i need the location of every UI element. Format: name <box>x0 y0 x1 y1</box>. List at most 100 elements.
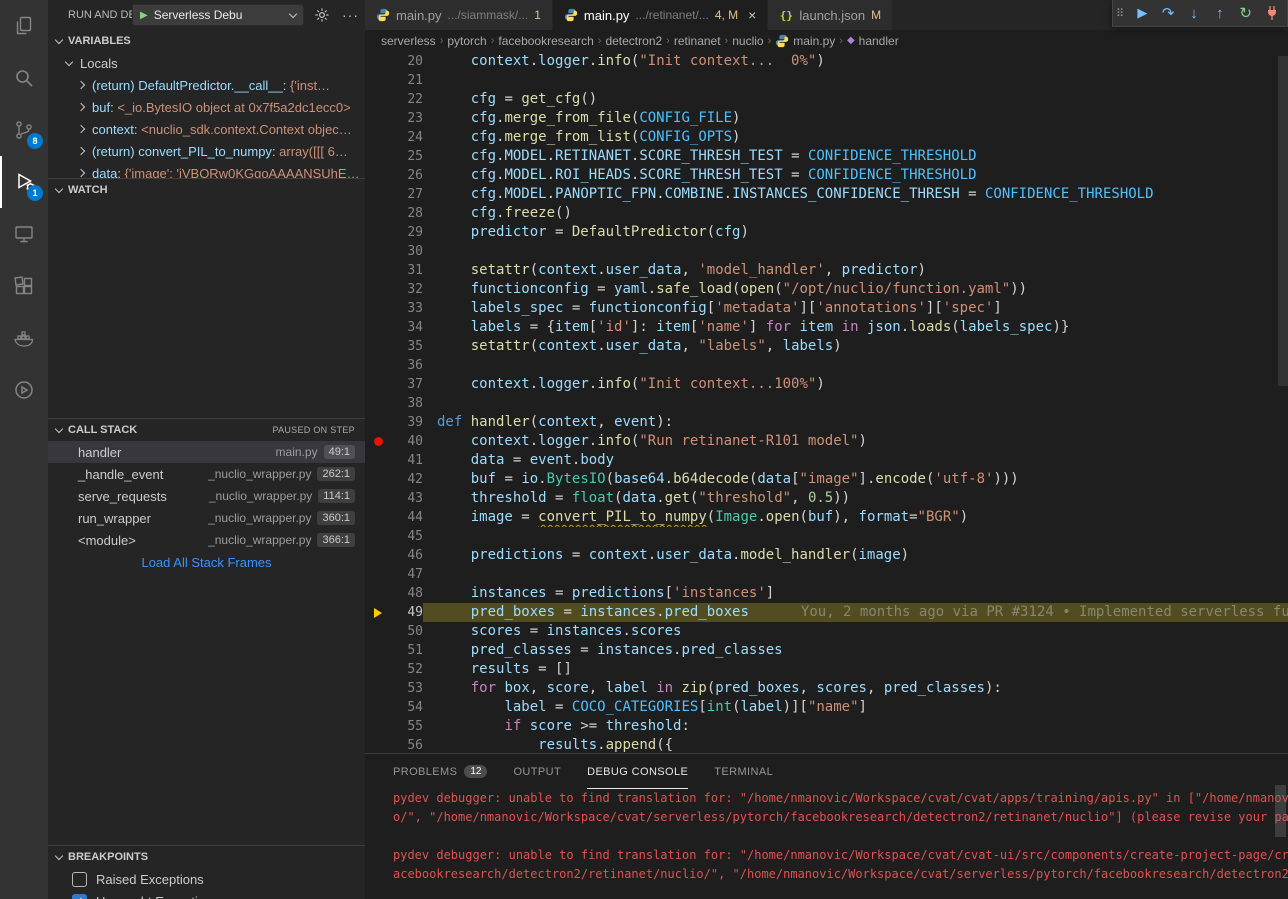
code-editor[interactable]: 20 context.logger.info("Init context... … <box>365 52 1288 753</box>
panel-tab-terminal[interactable]: TERMINAL <box>714 754 773 789</box>
glyph-margin[interactable] <box>365 128 391 147</box>
variables-header[interactable]: VARIABLES <box>48 30 365 52</box>
code-line[interactable]: 44 image = convert_PIL_to_numpy(Image.op… <box>365 508 1288 527</box>
breadcrumb-item-retinanet[interactable]: retinanet <box>674 34 721 48</box>
debug-console[interactable]: pydev debugger: unable to find translati… <box>365 789 1288 899</box>
scope-locals[interactable]: Locals <box>48 52 365 74</box>
checkbox[interactable]: ✓ <box>72 894 87 899</box>
glyph-margin[interactable] <box>365 71 391 90</box>
glyph-margin[interactable] <box>365 337 391 356</box>
current-line-arrow[interactable] <box>365 603 391 622</box>
activity-source-control[interactable]: 8 <box>0 104 48 156</box>
breakpoints-header[interactable]: BREAKPOINTS <box>48 846 365 868</box>
glyph-margin[interactable] <box>365 147 391 166</box>
code-line[interactable]: 48 instances = predictions['instances'] <box>365 584 1288 603</box>
glyph-margin[interactable] <box>365 413 391 432</box>
activity-test-explorer[interactable] <box>0 364 48 416</box>
glyph-margin[interactable] <box>365 717 391 736</box>
glyph-margin[interactable] <box>365 394 391 413</box>
code-line[interactable]: 24 cfg.merge_from_list(CONFIG_OPTS) <box>365 128 1288 147</box>
code-line[interactable]: 35 setattr(context.user_data, "labels", … <box>365 337 1288 356</box>
glyph-margin[interactable] <box>365 451 391 470</box>
code-line[interactable]: 47 <box>365 565 1288 584</box>
disconnect-button[interactable] <box>1259 1 1284 25</box>
code-line[interactable]: 49 pred_boxes = instances.pred_boxesYou,… <box>365 603 1288 622</box>
code-line[interactable]: 55 if score >= threshold: <box>365 717 1288 736</box>
code-line[interactable]: 52 results = [] <box>365 660 1288 679</box>
load-all-stack-frames-link[interactable]: Load All Stack Frames <box>48 551 365 573</box>
code-line[interactable]: 23 cfg.merge_from_file(CONFIG_FILE) <box>365 109 1288 128</box>
glyph-margin[interactable] <box>365 204 391 223</box>
watch-header[interactable]: WATCH <box>48 179 365 201</box>
glyph-margin[interactable] <box>365 470 391 489</box>
code-line[interactable]: 30 <box>365 242 1288 261</box>
panel-tab-output[interactable]: OUTPUT <box>513 754 561 789</box>
variable-row[interactable]: (return) DefaultPredictor.__call__: {'in… <box>48 74 365 96</box>
code-line[interactable]: 28 cfg.freeze() <box>365 204 1288 223</box>
code-line[interactable]: 43 threshold = float(data.get("threshold… <box>365 489 1288 508</box>
activity-search[interactable] <box>0 52 48 104</box>
code-line[interactable]: 56 results.append({ <box>365 736 1288 753</box>
code-line[interactable]: 32 functionconfig = yaml.safe_load(open(… <box>365 280 1288 299</box>
glyph-margin[interactable] <box>365 527 391 546</box>
glyph-margin[interactable] <box>365 185 391 204</box>
code-line[interactable]: 40 context.logger.info("Run retinanet-R1… <box>365 432 1288 451</box>
glyph-margin[interactable] <box>365 641 391 660</box>
activity-explorer[interactable] <box>0 0 48 52</box>
panel-scrollbar[interactable] <box>1275 785 1286 837</box>
stack-frame[interactable]: _handle_event_nuclio_wrapper.py262:1 <box>48 463 365 485</box>
code-line[interactable]: 31 setattr(context.user_data, 'model_han… <box>365 261 1288 280</box>
code-line[interactable]: 51 pred_classes = instances.pred_classes <box>365 641 1288 660</box>
step-over-button[interactable]: ↷ <box>1156 1 1181 25</box>
code-line[interactable]: 46 predictions = context.user_data.model… <box>365 546 1288 565</box>
code-line[interactable]: 42 buf = io.BytesIO(base64.b64decode(dat… <box>365 470 1288 489</box>
variable-row[interactable]: buf: <_io.BytesIO object at 0x7f5a2dc1ec… <box>48 96 365 118</box>
glyph-margin[interactable] <box>365 546 391 565</box>
code-line[interactable]: 53 for box, score, label in zip(pred_box… <box>365 679 1288 698</box>
glyph-margin[interactable] <box>365 375 391 394</box>
stack-frame[interactable]: run_wrapper_nuclio_wrapper.py360:1 <box>48 507 365 529</box>
variable-row[interactable]: (return) convert_PIL_to_numpy: array([[[… <box>48 140 365 162</box>
glyph-margin[interactable] <box>365 261 391 280</box>
breadcrumb-item-nuclio[interactable]: nuclio <box>732 34 763 48</box>
breadcrumb-item-facebookresearch[interactable]: facebookresearch <box>498 34 593 48</box>
call-stack-header[interactable]: CALL STACK PAUSED ON STEP <box>48 419 365 441</box>
breadcrumb-item-pytorch[interactable]: pytorch <box>447 34 486 48</box>
glyph-margin[interactable] <box>365 90 391 109</box>
code-line[interactable]: 54 label = COCO_CATEGORIES[int(label)]["… <box>365 698 1288 717</box>
activity-remote-explorer[interactable] <box>0 208 48 260</box>
glyph-margin[interactable] <box>365 109 391 128</box>
code-line[interactable]: 26 cfg.MODEL.ROI_HEADS.SCORE_THRESH_TEST… <box>365 166 1288 185</box>
breadcrumb-item-detectron2[interactable]: detectron2 <box>605 34 662 48</box>
code-line[interactable]: 27 cfg.MODEL.PANOPTIC_FPN.COMBINE.INSTAN… <box>365 185 1288 204</box>
glyph-margin[interactable] <box>365 698 391 717</box>
code-line[interactable]: 21 <box>365 71 1288 90</box>
tab-launch.json[interactable]: {}launch.jsonM <box>768 0 893 30</box>
code-line[interactable]: 37 context.logger.info("Init context...1… <box>365 375 1288 394</box>
code-line[interactable]: 45 <box>365 527 1288 546</box>
gear-icon[interactable] <box>314 7 330 23</box>
code-line[interactable]: 50 scores = instances.scores <box>365 622 1288 641</box>
step-out-button[interactable]: ↑ <box>1207 1 1232 25</box>
step-into-button[interactable]: ↓ <box>1182 1 1207 25</box>
activity-run-and-debug[interactable]: 1 <box>0 156 48 208</box>
variable-row[interactable]: context: <nuclio_sdk.context.Context obj… <box>48 118 365 140</box>
glyph-margin[interactable] <box>365 679 391 698</box>
panel-tab-debug-console[interactable]: DEBUG CONSOLE <box>587 754 688 789</box>
activity-extensions[interactable] <box>0 260 48 312</box>
restart-button[interactable]: ↻ <box>1233 1 1258 25</box>
breakpoint-glyph[interactable] <box>365 432 391 451</box>
stack-frame[interactable]: handlermain.py49:1 <box>48 441 365 463</box>
code-line[interactable]: 29 predictor = DefaultPredictor(cfg) <box>365 223 1288 242</box>
glyph-margin[interactable] <box>365 508 391 527</box>
continue-button[interactable]: ▶ <box>1130 1 1155 25</box>
tab-main.py[interactable]: main.py.../retinanet/...4, M× <box>553 0 768 30</box>
stack-frame[interactable]: serve_requests_nuclio_wrapper.py114:1 <box>48 485 365 507</box>
code-line[interactable]: 36 <box>365 356 1288 375</box>
code-line[interactable]: 33 labels_spec = functionconfig['metadat… <box>365 299 1288 318</box>
code-line[interactable]: 38 <box>365 394 1288 413</box>
panel-tab-problems[interactable]: PROBLEMS12 <box>393 754 487 789</box>
glyph-margin[interactable] <box>365 584 391 603</box>
glyph-margin[interactable] <box>365 736 391 753</box>
drag-handle-icon[interactable]: ⠿ <box>1116 7 1129 20</box>
